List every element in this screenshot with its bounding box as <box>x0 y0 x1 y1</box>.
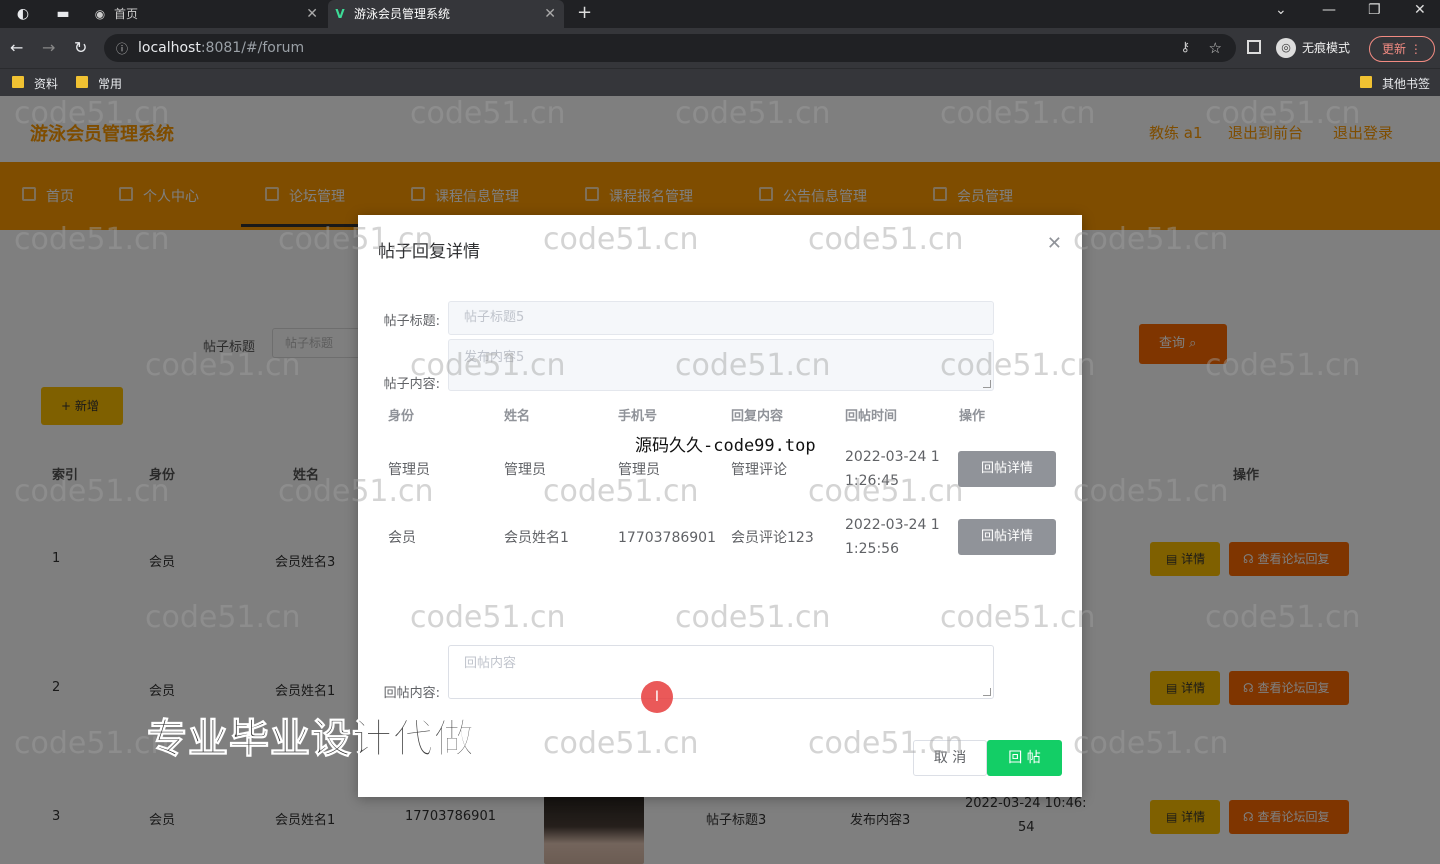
window-close-icon[interactable]: ✕ <box>1414 2 1426 18</box>
reply-phone: 17703786901 <box>618 530 716 546</box>
tab-home[interactable]: ◉ 首页 ✕ <box>88 0 326 28</box>
submit-reply-button[interactable]: 回 帖 <box>987 740 1062 776</box>
reply-content: 管理评论 <box>731 462 787 478</box>
vue-logo-icon: V <box>335 7 345 21</box>
reply-time: 2022-03-24 1 <box>845 517 940 533</box>
forward-icon[interactable]: → <box>42 38 55 57</box>
resize-handle-icon <box>983 688 991 696</box>
column-header: 回帖时间 <box>845 409 898 424</box>
resize-handle-icon <box>983 380 991 388</box>
reply-content-textarea[interactable]: 回帖内容 <box>448 645 994 699</box>
reply-time-cont: 1:25:56 <box>845 541 899 557</box>
back-icon[interactable]: ← <box>10 38 23 57</box>
dialog-title: 帖子回复详情 <box>378 242 480 262</box>
reply-detail-button[interactable]: 回帖详情 <box>958 451 1056 487</box>
bookmarks-bar: 资料 常用 其他书签 <box>0 68 1440 96</box>
folder-icon <box>12 76 24 88</box>
browser-tab-bar: ◐ ▬ ◉ 首页 ✕ V 游泳会员管理系统 ✕ + ⌄ — ❐ ✕ <box>0 0 1440 28</box>
close-icon[interactable]: ✕ <box>306 0 318 28</box>
tab-app[interactable]: V 游泳会员管理系统 ✕ <box>328 0 564 28</box>
cancel-button[interactable]: 取 消 <box>913 740 987 776</box>
reply-role: 会员 <box>388 530 416 546</box>
reply-detail-button[interactable]: 回帖详情 <box>958 519 1056 555</box>
column-header: 手机号 <box>618 409 658 424</box>
reply-content: 会员评论123 <box>731 530 814 546</box>
url-text[interactable]: localhost:8081/#/forum <box>138 40 304 56</box>
incognito-icon: ◎ <box>1276 38 1296 58</box>
new-tab-icon[interactable]: + <box>577 2 592 23</box>
post-title-label: 帖子标题: <box>383 314 440 329</box>
tab-overview-icon[interactable]: ▬ <box>54 5 72 23</box>
reply-name: 管理员 <box>504 462 546 478</box>
address-bar: ← → ↻ ⓘ localhost:8081/#/forum ⚷ ☆ <box>0 28 1440 68</box>
code99-watermark: 源码久久-code99.top <box>635 436 816 456</box>
url-field[interactable]: ⓘ localhost:8081/#/forum ⚷ ☆ <box>104 34 1236 62</box>
column-header: 操作 <box>959 409 986 424</box>
incognito-indicator[interactable]: ◎ 无痕模式 <box>1276 38 1350 58</box>
star-icon[interactable]: ☆ <box>1209 39 1222 57</box>
close-icon[interactable]: ✕ <box>544 0 556 28</box>
post-title-input: 帖子标题5 <box>448 301 994 335</box>
globe-icon: ◉ <box>94 7 106 21</box>
reply-phone: 管理员 <box>618 462 660 478</box>
tab-app-label: 游泳会员管理系统 <box>354 7 451 21</box>
bookmark-folder[interactable]: 资料 <box>12 75 58 92</box>
key-icon[interactable]: ⚷ <box>1180 40 1190 55</box>
column-header: 身份 <box>388 409 415 424</box>
info-icon[interactable]: ⓘ <box>116 40 128 57</box>
chevron-down-icon[interactable]: ⌄ <box>1275 2 1287 18</box>
reply-content-label: 回帖内容: <box>383 686 440 701</box>
restore-icon[interactable]: ❐ <box>1368 2 1381 18</box>
folder-icon <box>76 76 88 88</box>
incognito-label: 无痕模式 <box>1302 41 1351 55</box>
text-cursor-icon: I <box>641 681 673 713</box>
post-content-label: 帖子内容: <box>383 377 440 392</box>
reload-icon[interactable]: ↻ <box>74 38 87 57</box>
post-content-textarea: 发布内容5 <box>448 339 994 391</box>
reply-role: 管理员 <box>388 462 430 478</box>
reply-time: 2022-03-24 1 <box>845 449 940 465</box>
column-header: 姓名 <box>504 409 531 424</box>
column-header: 回复内容 <box>731 409 784 424</box>
ad-watermark: 专业毕业设计代做 <box>147 716 475 763</box>
folder-icon <box>1360 76 1372 88</box>
side-panel-icon[interactable] <box>1247 40 1261 54</box>
other-bookmarks[interactable]: 其他书签 <box>1360 75 1430 92</box>
reply-time-cont: 1:26:45 <box>845 473 899 489</box>
close-icon[interactable]: ✕ <box>1047 233 1062 254</box>
update-button[interactable]: 更新 ⋮ <box>1369 36 1435 62</box>
browser-menu-icon[interactable]: ◐ <box>14 5 32 23</box>
minimize-icon[interactable]: — <box>1322 2 1336 18</box>
reply-name: 会员姓名1 <box>504 530 569 546</box>
tab-home-label: 首页 <box>114 7 139 21</box>
bookmark-folder[interactable]: 常用 <box>76 75 122 92</box>
